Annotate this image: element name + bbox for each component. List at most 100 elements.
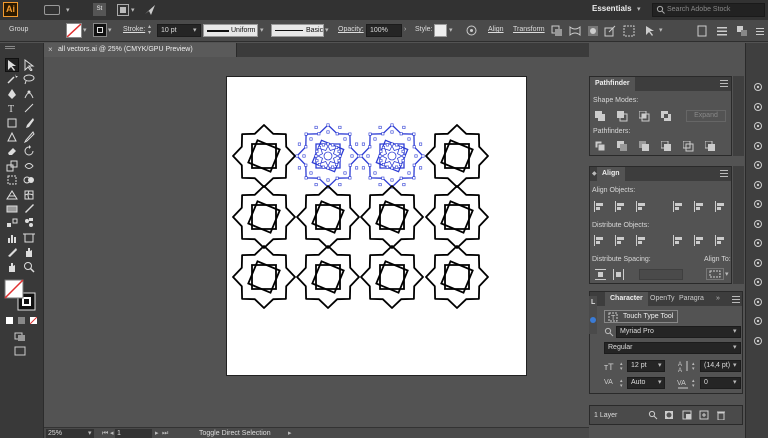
arrange-chevron-icon[interactable]: ▾ [131,6,135,14]
anchor-point[interactable] [348,145,352,149]
anchor-point[interactable] [331,165,335,169]
dropdown-chevron-icon[interactable]: ▾ [66,6,70,14]
anchor-point[interactable] [382,146,386,150]
octagram-badge[interactable] [232,185,296,249]
workspace-chevron-icon[interactable]: ▾ [637,5,641,13]
anchor-point[interactable] [407,137,411,141]
hand-tool-alt-icon[interactable] [6,261,18,273]
brush-chevron-icon[interactable]: ▾ [325,26,329,34]
delete-layer-icon[interactable] [716,410,726,420]
font-family-chevron-icon[interactable]: ▾ [733,327,737,335]
anchor-point[interactable] [368,132,372,136]
octagram-badge[interactable] [360,245,424,309]
previous-artboard-icon[interactable]: ◂ [110,429,114,438]
crop-icon[interactable] [661,141,672,152]
opacity-label[interactable]: Opacity: [338,26,364,33]
align-link[interactable]: Align [488,26,504,33]
anchor-point[interactable] [368,176,372,180]
vertical-align-bottom-icon[interactable] [715,201,726,212]
zoom-tool-icon[interactable] [23,261,35,273]
intersect-icon[interactable] [639,111,650,122]
anchor-point[interactable] [379,149,383,153]
anchor-point[interactable] [368,163,372,167]
leading-stepper[interactable]: ▴ ▾ [692,362,695,372]
vertical-distribute-center-icon[interactable] [615,235,626,246]
octagram-badge[interactable] [425,245,489,309]
color-mode-icon[interactable] [6,317,13,324]
anchor-point[interactable] [331,143,335,147]
canvas-area[interactable] [44,57,589,427]
anchor-point[interactable] [373,171,377,175]
fill-swatch[interactable] [66,23,82,38]
horizontal-align-left-icon[interactable] [594,201,605,212]
make-mask-icon[interactable] [587,25,599,37]
eyedropper-tool-icon[interactable] [23,203,35,215]
anchor-point[interactable] [414,154,418,158]
anchor-point[interactable] [381,176,385,180]
vertical-align-center-icon[interactable] [694,201,705,212]
width-tool-icon[interactable] [23,160,35,172]
vertical-distribute-space-icon[interactable] [595,269,606,280]
artboards-icon[interactable] [753,316,763,326]
eraser-tool-icon[interactable] [6,145,18,157]
trim-icon[interactable] [617,141,628,152]
screen-mode-icon[interactable] [14,346,26,356]
anchor-point[interactable] [338,154,342,158]
libraries-icon[interactable] [44,5,60,15]
pen-tool-icon[interactable] [6,88,18,100]
octagram-badge[interactable] [296,185,360,249]
curvature-tool-icon[interactable] [23,88,35,100]
anchor-point[interactable] [419,166,423,170]
anchor-point[interactable] [318,163,322,167]
anchor-point[interactable] [338,125,342,129]
gradient-mode-icon[interactable] [18,317,25,324]
anchor-point[interactable] [395,165,399,169]
merge-icon[interactable] [639,141,650,152]
anchor-point[interactable] [302,154,306,158]
stroke-label[interactable]: Stroke: [123,26,145,33]
anchor-point[interactable] [295,154,299,158]
anchor-point[interactable] [373,137,377,141]
align-to-chevron-icon[interactable]: ▾ [725,270,729,278]
character-tab[interactable]: Character [605,292,648,306]
leading-chevron-icon[interactable]: ▾ [733,361,737,369]
anchor-point[interactable] [361,142,365,146]
anchor-point[interactable] [390,142,394,146]
slice-tool-icon[interactable] [6,246,18,258]
isolate-mode-icon[interactable] [623,25,635,37]
anchor-point[interactable] [402,183,406,187]
anchor-point[interactable] [390,178,394,182]
pathfinder-tab[interactable]: Pathfinder [590,77,635,91]
symbols-icon[interactable] [753,180,763,190]
anchor-point[interactable] [304,132,308,136]
make-clipping-mask-icon[interactable] [664,410,674,420]
stock-search-field[interactable]: Search Adobe Stock [652,3,765,17]
octagram-badge[interactable] [360,185,424,249]
anchor-point[interactable] [399,146,403,150]
character-menu-icon[interactable] [732,296,740,303]
artboard-tool-icon[interactable] [23,232,35,244]
none-mode-icon[interactable] [30,317,37,324]
anchor-point[interactable] [407,171,411,175]
anchor-point[interactable] [395,143,399,147]
anchor-point[interactable] [379,159,383,163]
gradient-tool-icon[interactable] [6,203,18,215]
anchor-point[interactable] [343,171,347,175]
anchor-point[interactable] [337,149,341,153]
anchor-point[interactable] [297,142,301,146]
anchor-point[interactable] [335,163,339,167]
horizontal-distribute-center-icon[interactable] [694,235,705,246]
panel-menu-icon[interactable] [753,82,763,92]
anchor-point[interactable] [321,165,325,169]
unite-icon[interactable] [595,111,606,122]
anchor-point[interactable] [419,142,423,146]
vertical-distribute-bottom-icon[interactable] [636,235,647,246]
zoom-field[interactable]: 25% [46,429,94,438]
style-chevron-icon[interactable]: ▾ [449,26,453,34]
gradient-icon[interactable] [753,219,763,229]
anchor-point[interactable] [382,163,386,167]
font-family-field[interactable]: Myriad Pro [616,326,741,338]
anchor-point[interactable] [390,130,394,134]
locate-object-icon[interactable] [648,410,658,420]
pencil-tool-icon[interactable] [23,131,35,143]
